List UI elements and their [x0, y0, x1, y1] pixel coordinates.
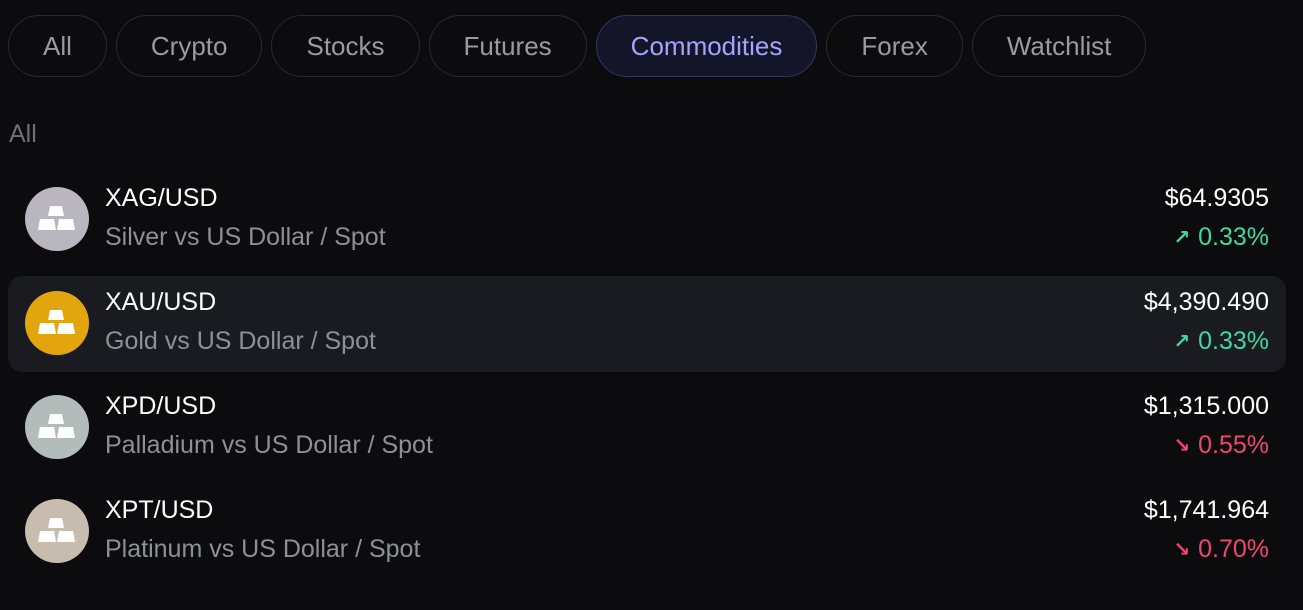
asset-change: ↘ 0.70%: [1173, 535, 1269, 564]
asset-price: $4,390.490: [1143, 288, 1269, 316]
arrow-up-right-icon: ↗: [1173, 331, 1191, 353]
asset-row-xpd[interactable]: XPD/USD Palladium vs US Dollar / Spot $1…: [8, 380, 1286, 476]
markets-page: All Crypto Stocks Futures Commodities Fo…: [0, 0, 1303, 610]
change-value: 0.33%: [1198, 327, 1269, 355]
asset-name: Platinum vs US Dollar / Spot: [105, 535, 421, 563]
asset-change: ↗ 0.33%: [1173, 327, 1269, 356]
tab-forex[interactable]: Forex: [826, 15, 963, 77]
tab-commodities[interactable]: Commodities: [595, 15, 818, 77]
asset-price: $64.9305: [1164, 184, 1269, 212]
asset-symbol: XAU/USD: [105, 288, 217, 316]
palladium-bars-icon: [25, 395, 89, 459]
asset-change: ↘ 0.55%: [1173, 431, 1269, 460]
asset-change: ↗ 0.33%: [1173, 223, 1269, 252]
asset-symbol: XPD/USD: [105, 392, 217, 420]
change-value: 0.55%: [1198, 431, 1269, 459]
tab-stocks[interactable]: Stocks: [271, 15, 420, 77]
arrow-down-right-icon: ↘: [1173, 539, 1191, 561]
tab-watchlist[interactable]: Watchlist: [971, 15, 1147, 77]
tab-futures[interactable]: Futures: [428, 15, 587, 77]
tab-crypto[interactable]: Crypto: [115, 15, 263, 77]
platinum-bars-icon: [25, 499, 89, 563]
arrow-down-right-icon: ↘: [1173, 435, 1191, 457]
silver-bars-icon: [25, 187, 89, 251]
asset-row-xpt[interactable]: XPT/USD Platinum vs US Dollar / Spot $1,…: [8, 484, 1286, 580]
asset-row-xag[interactable]: XAG/USD Silver vs US Dollar / Spot $64.9…: [8, 172, 1286, 268]
category-tabs: All Crypto Stocks Futures Commodities Fo…: [8, 15, 1147, 77]
section-label: All: [9, 120, 37, 148]
asset-list: XAG/USD Silver vs US Dollar / Spot $64.9…: [8, 172, 1286, 588]
arrow-up-right-icon: ↗: [1173, 227, 1191, 249]
tab-all[interactable]: All: [8, 15, 107, 77]
gold-bars-icon: [25, 291, 89, 355]
asset-price: $1,315.000: [1143, 392, 1269, 420]
change-value: 0.33%: [1198, 223, 1269, 251]
asset-price: $1,741.964: [1143, 496, 1269, 524]
asset-row-xau[interactable]: XAU/USD Gold vs US Dollar / Spot $4,390.…: [8, 276, 1286, 372]
asset-symbol: XAG/USD: [105, 184, 218, 212]
asset-symbol: XPT/USD: [105, 496, 214, 524]
asset-name: Gold vs US Dollar / Spot: [105, 327, 376, 355]
asset-name: Silver vs US Dollar / Spot: [105, 223, 386, 251]
change-value: 0.70%: [1198, 535, 1269, 563]
asset-name: Palladium vs US Dollar / Spot: [105, 431, 433, 459]
